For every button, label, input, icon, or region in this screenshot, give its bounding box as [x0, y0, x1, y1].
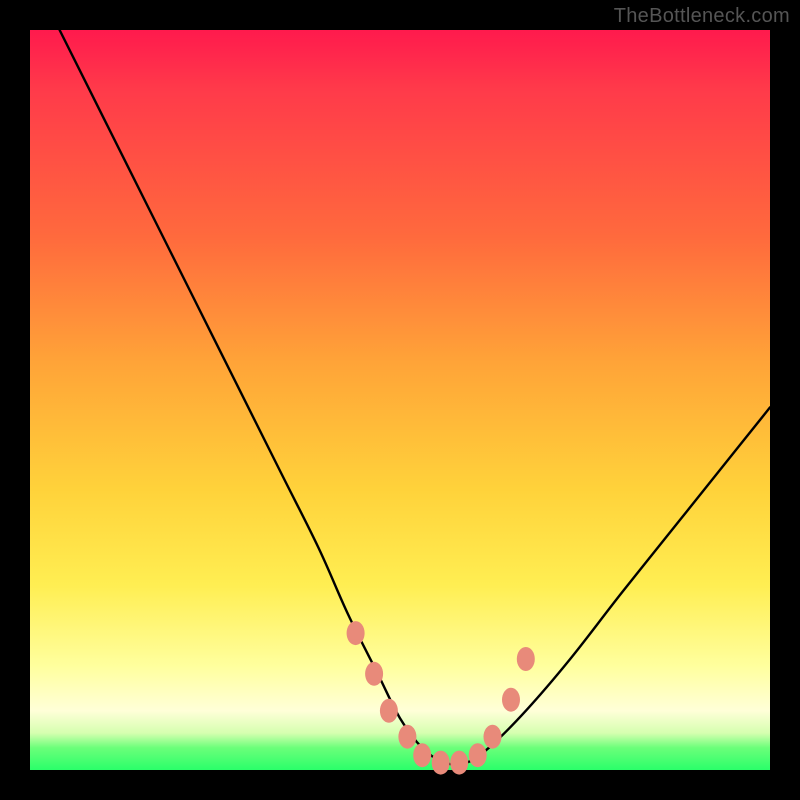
highlight-dot — [365, 662, 383, 686]
highlight-dot — [347, 621, 365, 645]
highlight-dot — [517, 647, 535, 671]
highlight-dot — [380, 699, 398, 723]
bottleneck-curve — [60, 30, 770, 765]
plot-area — [30, 30, 770, 770]
highlight-dot — [502, 688, 520, 712]
highlight-dot — [450, 751, 468, 775]
highlight-dot — [398, 725, 416, 749]
highlight-dot — [432, 751, 450, 775]
highlight-dot — [413, 743, 431, 767]
highlight-dots — [347, 621, 535, 775]
highlight-dot — [484, 725, 502, 749]
chart-svg — [30, 30, 770, 770]
watermark-text: TheBottleneck.com — [614, 5, 790, 28]
chart-frame: TheBottleneck.com — [0, 0, 800, 800]
highlight-dot — [469, 743, 487, 767]
